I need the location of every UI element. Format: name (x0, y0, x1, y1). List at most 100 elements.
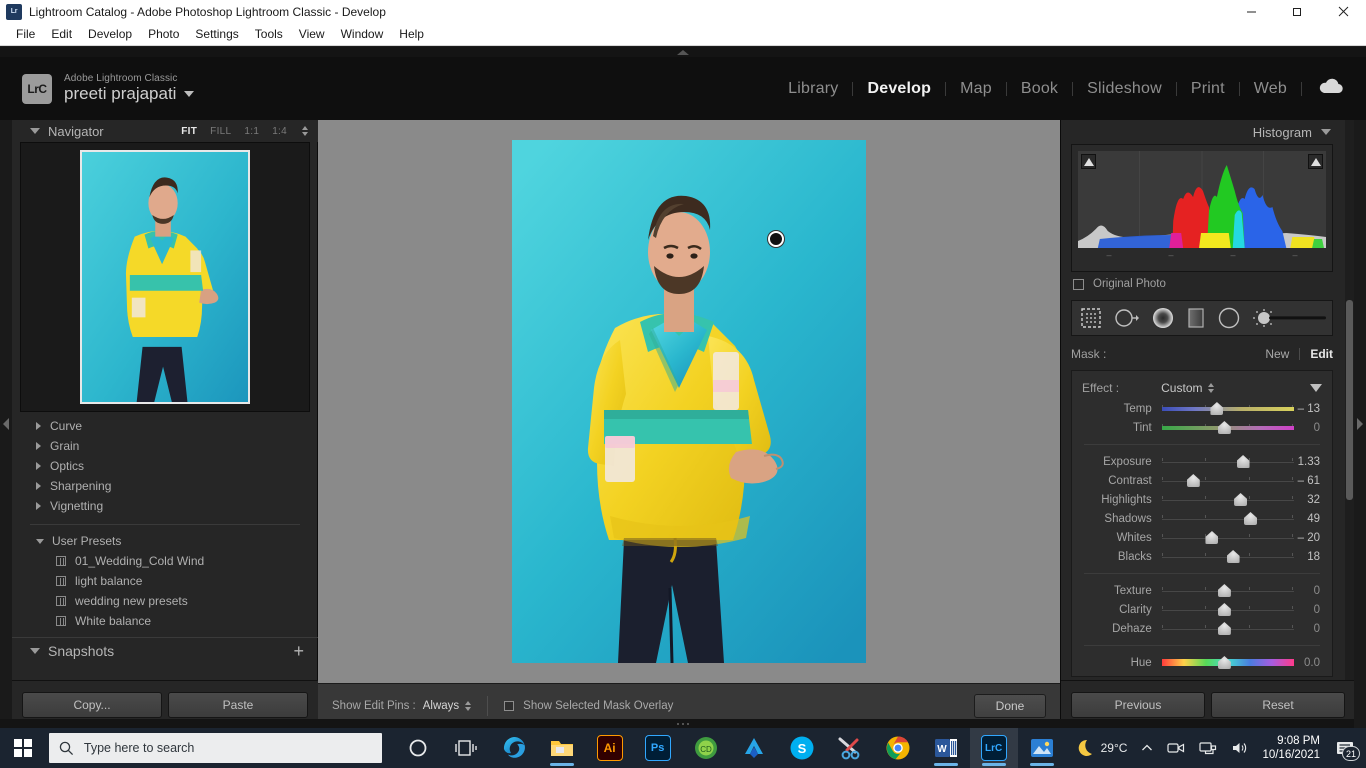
slider-knob[interactable] (1218, 622, 1231, 635)
slider-tint[interactable]: Tint0 (1072, 418, 1332, 437)
top-panel-toggle[interactable] (0, 47, 1366, 57)
slider-knob[interactable] (1218, 603, 1231, 616)
microsoft-word-icon[interactable]: W (922, 728, 970, 768)
close-button[interactable] (1320, 0, 1366, 23)
show-edit-pins-stepper[interactable] (465, 701, 471, 711)
menu-tools[interactable]: Tools (247, 24, 291, 44)
slider-track-area[interactable] (1162, 452, 1286, 471)
slider-whites[interactable]: Whites– 20 (1072, 528, 1332, 547)
slider-track[interactable] (1162, 499, 1294, 501)
chevron-down-icon[interactable] (1321, 129, 1331, 135)
zoom-fit[interactable]: FIT (181, 126, 197, 137)
module-slideshow[interactable]: Slideshow (1073, 80, 1176, 98)
slider-knob[interactable] (1237, 455, 1250, 468)
mask-new-button[interactable]: New (1265, 347, 1289, 361)
slider-knob[interactable] (1227, 550, 1240, 563)
right-panel-collapse[interactable] (1354, 120, 1366, 728)
network-icon[interactable] (1192, 741, 1224, 755)
amount-slider-icon[interactable] (1252, 307, 1328, 329)
slider-track-area[interactable] (1162, 490, 1286, 509)
copy-button[interactable]: Copy... (22, 692, 162, 718)
adobe-photoshop-icon[interactable]: Ps (634, 728, 682, 768)
slider-track[interactable] (1162, 461, 1294, 463)
slider-blacks[interactable]: Blacks18 (1072, 547, 1332, 566)
scrollbar-thumb[interactable] (1346, 300, 1353, 500)
menu-window[interactable]: Window (333, 24, 392, 44)
histogram-header[interactable]: Histogram (1061, 120, 1343, 144)
lightroom-classic-icon[interactable]: LrC (970, 728, 1018, 768)
original-photo-checkbox[interactable] (1073, 279, 1084, 290)
show-edit-pins-value[interactable]: Always (423, 700, 459, 712)
slider-exposure[interactable]: Exposure1.33 (1072, 452, 1332, 471)
slider-knob[interactable] (1218, 584, 1231, 597)
slider-track-area[interactable] (1162, 653, 1286, 672)
photos-icon[interactable] (1018, 728, 1066, 768)
slider-knob[interactable] (1210, 402, 1223, 415)
show-hidden-icons-button[interactable] (1134, 742, 1160, 754)
menu-photo[interactable]: Photo (140, 24, 187, 44)
section-curve[interactable]: Curve (20, 416, 310, 436)
slider-contrast[interactable]: Contrast– 61 (1072, 471, 1332, 490)
slider-track[interactable] (1162, 518, 1294, 520)
slider-track-area[interactable] (1162, 471, 1286, 490)
notification-center-button[interactable]: 21 (1330, 728, 1360, 768)
mask-edit-button[interactable]: Edit (1310, 347, 1333, 361)
effect-stepper[interactable] (1208, 383, 1214, 393)
start-button[interactable] (0, 728, 47, 768)
section-user-presets[interactable]: User Presets (20, 531, 310, 551)
file-explorer-icon[interactable] (538, 728, 586, 768)
module-library[interactable]: Library (774, 80, 852, 98)
snapshots-header[interactable]: Snapshots + (12, 637, 318, 663)
slider-knob[interactable] (1218, 421, 1231, 434)
slider-track[interactable] (1162, 480, 1294, 482)
slider-knob[interactable] (1187, 474, 1200, 487)
volume-icon[interactable] (1224, 741, 1256, 755)
image-canvas[interactable] (318, 120, 1060, 683)
cloud-sync-icon[interactable] (1318, 78, 1344, 100)
slider-track[interactable] (1162, 407, 1294, 411)
zoom-stepper[interactable] (302, 126, 308, 136)
slider-knob[interactable] (1234, 493, 1247, 506)
slider-track[interactable] (1162, 537, 1294, 539)
show-mask-overlay-checkbox[interactable] (504, 701, 514, 711)
google-chrome-icon[interactable] (874, 728, 922, 768)
module-print[interactable]: Print (1177, 80, 1239, 98)
menu-settings[interactable]: Settings (187, 24, 246, 44)
paste-button[interactable]: Paste (168, 692, 308, 718)
left-panel-collapse[interactable] (0, 120, 12, 728)
module-book[interactable]: Book (1007, 80, 1072, 98)
zoom-fill[interactable]: FILL (210, 126, 231, 137)
menu-develop[interactable]: Develop (80, 24, 140, 44)
slider-track-area[interactable] (1162, 418, 1286, 437)
slider-shadows[interactable]: Shadows49 (1072, 509, 1332, 528)
mask-edit-pin[interactable] (768, 231, 784, 247)
slider-hue[interactable]: Hue0.0 (1072, 653, 1332, 672)
shadow-clipping-indicator[interactable] (1081, 154, 1096, 169)
zoom-1-1[interactable]: 1:1 (244, 126, 259, 137)
coreldraw-icon[interactable]: CD (682, 728, 730, 768)
effect-value[interactable]: Custom (1161, 381, 1202, 395)
autodesk-icon[interactable] (730, 728, 778, 768)
maximize-button[interactable] (1274, 0, 1320, 23)
effect-collapse-icon[interactable] (1310, 384, 1322, 392)
identity-plate[interactable]: Adobe Lightroom Classic preeti prajapati (64, 73, 194, 104)
slider-track-area[interactable] (1162, 509, 1286, 528)
section-vignetting[interactable]: Vignetting (20, 496, 310, 516)
minimize-button[interactable] (1228, 0, 1274, 23)
cortana-icon[interactable] (394, 728, 442, 768)
slider-track-area[interactable] (1162, 399, 1286, 418)
preset-item[interactable]: White balance (20, 611, 310, 631)
menu-view[interactable]: View (291, 24, 333, 44)
highlight-clipping-indicator[interactable] (1308, 154, 1323, 169)
section-sharpening[interactable]: Sharpening (20, 476, 310, 496)
module-web[interactable]: Web (1240, 80, 1301, 98)
done-button[interactable]: Done (974, 694, 1046, 718)
zoom-1-4[interactable]: 1:4 (272, 126, 287, 137)
slider-track-area[interactable] (1162, 581, 1286, 600)
preset-item[interactable]: wedding new presets (20, 591, 310, 611)
reset-button[interactable]: Reset (1211, 692, 1345, 718)
weather-widget[interactable]: 29°C (1066, 738, 1135, 758)
slider-clarity[interactable]: Clarity0 (1072, 600, 1332, 619)
section-grain[interactable]: Grain (20, 436, 310, 456)
slider-knob[interactable] (1218, 656, 1231, 669)
